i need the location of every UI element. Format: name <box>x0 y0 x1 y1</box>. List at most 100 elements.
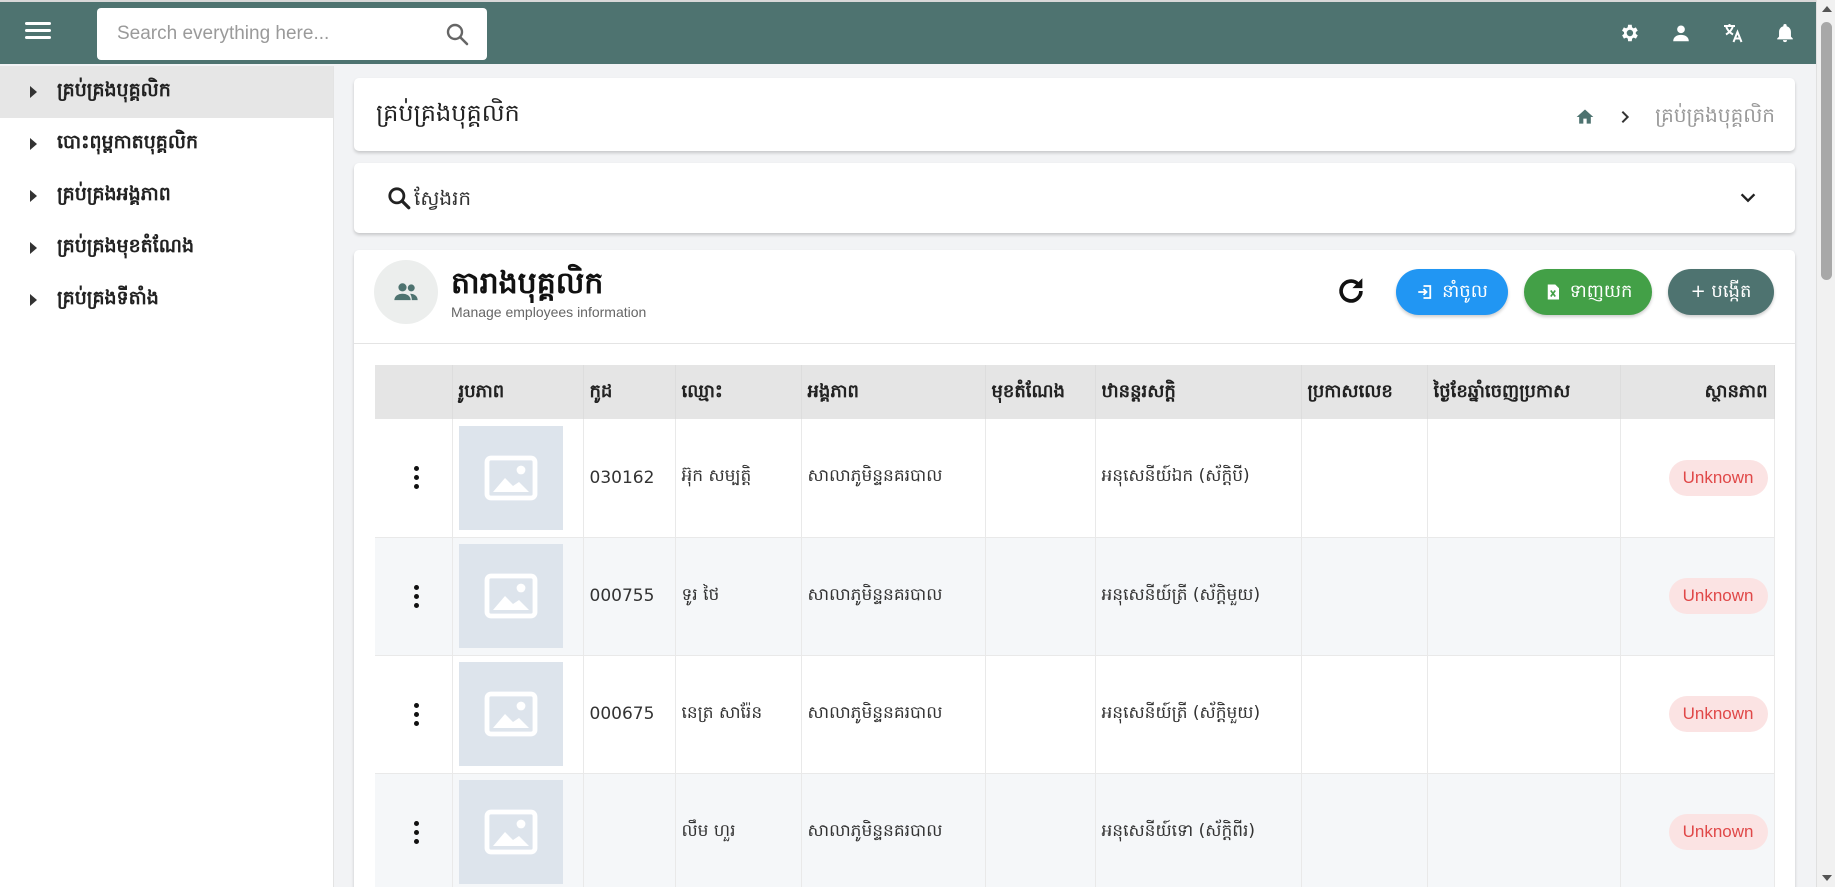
scroll-down-icon[interactable] <box>1822 875 1832 881</box>
image-placeholder-icon <box>458 544 563 648</box>
cell-name: ទូរ ថៃ <box>675 537 802 656</box>
col-decree-no: ប្រកាសលេខ <box>1301 365 1428 419</box>
col-code: កូដ <box>583 365 676 419</box>
cell-code: 000675 <box>583 655 676 774</box>
col-unit: អង្គភាព <box>801 365 986 419</box>
create-button[interactable]: + បង្កើត <box>1668 269 1774 315</box>
vertical-scrollbar[interactable] <box>1816 0 1835 887</box>
cell-unit: សាលាភូមិន្ទនគរបាល <box>801 537 986 656</box>
status-badge: Unknown <box>1668 459 1768 496</box>
sidebar-item-staff[interactable]: គ្រប់គ្រងបុគ្គលិក <box>0 66 333 118</box>
sidebar-item-label: គ្រប់គ្រងអង្គភាព <box>57 183 171 205</box>
table-row: 030162 អ៊ុក សម្បត្តិ សាលាភូមិន្ទនគរបាល អ… <box>375 419 1775 538</box>
more-vert-icon[interactable] <box>398 466 434 490</box>
col-rank: ឋានន្តរសក្តិ <box>1095 365 1302 419</box>
table-subtitle: Manage employees information <box>451 304 647 320</box>
cell-code: 030162 <box>583 419 676 538</box>
sidebar: គ្រប់គ្រងបុគ្គលិក បោះពុម្ពកាតបុគ្គលិក គ្… <box>0 66 334 887</box>
top-icons <box>1616 20 1798 46</box>
col-status: ស្ថានភាព <box>1620 365 1775 419</box>
sidebar-item-positions[interactable]: គ្រប់គ្រងមុខតំណែង <box>0 222 333 274</box>
cell-unit: សាលាភូមិន្ទនគរបាល <box>801 773 986 887</box>
refresh-icon[interactable] <box>1334 274 1368 308</box>
caret-right-icon <box>30 86 37 98</box>
cell-code <box>583 773 676 887</box>
sidebar-item-locations[interactable]: គ្រប់គ្រងទីតាំង <box>0 274 333 326</box>
sidebar-item-label: គ្រប់គ្រងទីតាំង <box>57 287 159 309</box>
user-icon[interactable] <box>1668 20 1694 46</box>
login-icon <box>1418 285 1432 299</box>
search-icon[interactable] <box>445 22 469 46</box>
cell-rank: អនុសេនីយ៍ត្រី (ស័ក្តិមួយ) <box>1095 537 1302 656</box>
col-decree-date: ថ្ងៃខែឆ្នាំចេញប្រកាស <box>1427 365 1621 419</box>
cell-code: 000755 <box>583 537 676 656</box>
col-photo: រូបភាព <box>452 365 584 419</box>
cell-rank: អនុសេនីយ៍ឯក (ស័ក្តិបី) <box>1095 419 1302 538</box>
export-button-label: ទាញយក <box>1569 280 1633 302</box>
cell-decree-no <box>1301 773 1428 887</box>
sidebar-item-label: បោះពុម្ពកាតបុគ្គលិក <box>57 131 199 153</box>
cell-decree-no <box>1301 655 1428 774</box>
search-icon <box>388 187 411 210</box>
cell-decree-date <box>1427 773 1621 887</box>
menu-icon[interactable] <box>22 18 54 46</box>
caret-right-icon <box>30 242 37 254</box>
sidebar-item-units[interactable]: គ្រប់គ្រងអង្គភាព <box>0 170 333 222</box>
cell-rank: អនុសេនីយ៍ទោ (ស័ក្តិពីរ) <box>1095 773 1302 887</box>
table-header-row: រូបភាព កូដ ឈ្មោះ អង្គភាព មុខតំណែង ឋានន្ត… <box>375 365 1775 419</box>
cell-rank: អនុសេនីយ៍ត្រី (ស័ក្តិមួយ) <box>1095 655 1302 774</box>
cell-position <box>985 773 1096 887</box>
table-row: 000755 ទូរ ថៃ សាលាភូមិន្ទនគរបាល អនុសេនីយ… <box>375 537 1775 656</box>
sidebar-item-print-card[interactable]: បោះពុម្ពកាតបុគ្គលិក <box>0 118 333 170</box>
breadcrumb: គ្រប់គ្រងបុគ្គលិក <box>1575 102 1775 132</box>
employee-table: រូបភាព កូដ ឈ្មោះ អង្គភាព មុខតំណែង ឋានន្ត… <box>375 365 1775 887</box>
home-icon[interactable] <box>1575 107 1595 127</box>
import-button-label: នាំចូល <box>1442 280 1488 302</box>
import-button[interactable]: នាំចូល <box>1396 269 1508 315</box>
bell-icon[interactable] <box>1772 20 1798 46</box>
table-row: លឹម ហួរ សាលាភូមិន្ទនគរបាល អនុសេនីយ៍ទោ (ស… <box>375 773 1775 887</box>
cell-decree-date <box>1427 537 1621 656</box>
global-search <box>97 8 487 60</box>
cell-position <box>985 537 1096 656</box>
chevron-right-icon <box>1621 110 1630 124</box>
sidebar-item-label: គ្រប់គ្រងបុគ្គលិក <box>57 79 171 101</box>
status-badge: Unknown <box>1668 578 1768 614</box>
chevron-down-icon[interactable] <box>1737 187 1759 209</box>
breadcrumb-current: គ្រប់គ្រងបុគ្គលិក <box>1655 103 1775 127</box>
filter-label: ស្វែងរក <box>414 186 472 210</box>
scroll-up-icon[interactable] <box>1822 6 1832 12</box>
cell-decree-no <box>1301 537 1428 656</box>
table-panel-header: តារាងបុគ្គលិក Manage employees informati… <box>354 250 1795 344</box>
people-icon <box>374 260 438 324</box>
caret-right-icon <box>30 190 37 202</box>
translate-icon[interactable] <box>1720 20 1746 46</box>
more-vert-icon[interactable] <box>398 820 434 844</box>
status-badge: Unknown <box>1668 696 1768 732</box>
scrollbar-thumb[interactable] <box>1821 22 1832 280</box>
cell-decree-date <box>1427 655 1621 774</box>
more-vert-icon[interactable] <box>398 584 434 608</box>
cell-position <box>985 419 1096 538</box>
employee-table-panel: តារាងបុគ្គលិក Manage employees informati… <box>354 250 1795 887</box>
search-input[interactable] <box>97 8 417 60</box>
gear-icon[interactable] <box>1616 20 1642 46</box>
table-title: តារាងបុគ្គលិក <box>451 266 604 301</box>
search-filter-panel[interactable]: ស្វែងរក <box>354 163 1795 233</box>
image-placeholder-icon <box>458 662 563 766</box>
cell-name: នេត្រ សារ៉ែន <box>675 655 802 774</box>
cell-unit: សាលាភូមិន្ទនគរបាល <box>801 655 986 774</box>
sidebar-item-label: គ្រប់គ្រងមុខតំណែង <box>57 235 195 257</box>
col-name: ឈ្មោះ <box>675 365 802 419</box>
image-placeholder-icon <box>458 425 563 530</box>
cell-decree-no <box>1301 419 1428 538</box>
status-badge: Unknown <box>1668 814 1768 850</box>
col-actions <box>375 365 453 419</box>
more-vert-icon[interactable] <box>398 702 434 726</box>
export-button[interactable]: ទាញយក <box>1524 269 1652 315</box>
page-title: គ្រប់គ្រងបុគ្គលិក <box>376 99 520 127</box>
top-bar <box>0 0 1816 64</box>
caret-right-icon <box>30 294 37 306</box>
cell-position <box>985 655 1096 774</box>
cell-name: លឹម ហួរ <box>675 773 802 887</box>
